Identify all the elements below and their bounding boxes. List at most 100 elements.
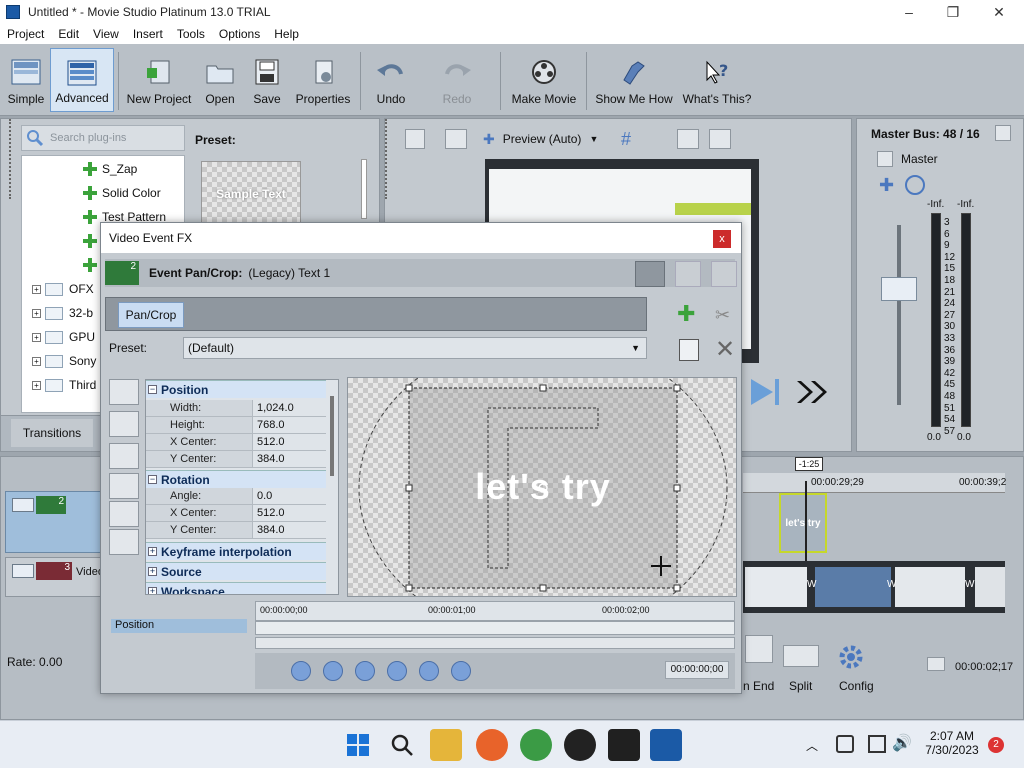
undo-button[interactable]: Undo [366, 48, 416, 112]
prop-rotation-y-center[interactable]: Y Center: 384.0 [146, 522, 326, 539]
show-me-how-button[interactable]: Show Me How [592, 48, 676, 112]
new-project-button[interactable]: New Project [124, 48, 194, 112]
plugin-folder[interactable]: +32-b [32, 302, 93, 324]
timeline-ruler[interactable]: 00:00:29;29 00:00:39;2 [743, 473, 1006, 493]
external-monitor-button[interactable] [445, 129, 467, 149]
display-icon[interactable] [868, 735, 886, 753]
prop-width[interactable]: Width: 1,024.0 [146, 400, 326, 417]
keyframe-time-readout[interactable]: 00:00:00;00 [665, 661, 729, 679]
plugin-layout-alt-icon[interactable] [711, 261, 737, 287]
prop-rotation-x-center[interactable]: X Center: 512.0 [146, 505, 326, 522]
video-track-3-header[interactable]: 3 Video [5, 557, 104, 597]
delete-keyframe-button[interactable] [451, 661, 471, 681]
last-keyframe-button[interactable] [387, 661, 407, 681]
next-keyframe-button[interactable] [355, 661, 375, 681]
insert-fx-icon[interactable]: ✚ [879, 175, 894, 196]
chrome-icon[interactable] [520, 729, 552, 761]
playhead-cursor[interactable] [805, 481, 807, 561]
seven-zip-icon[interactable] [608, 729, 640, 761]
expand-icon[interactable]: + [32, 308, 41, 318]
move-tool-icon[interactable] [109, 473, 139, 499]
keyframe-track[interactable] [255, 621, 735, 635]
menu-project[interactable]: Project [0, 27, 51, 41]
group-rotation[interactable]: − Rotation [146, 470, 326, 488]
menu-help[interactable]: Help [267, 27, 306, 41]
simple-button[interactable]: Simple [4, 48, 48, 112]
add-keyframe-button[interactable] [419, 661, 439, 681]
movie-studio-icon[interactable] [650, 729, 682, 761]
tab-transitions[interactable]: Transitions [11, 419, 93, 447]
mixer-properties-button[interactable] [995, 125, 1011, 141]
menu-tools[interactable]: Tools [170, 27, 212, 41]
end-button-icon[interactable] [745, 635, 773, 663]
plugin-search-box[interactable]: Search plug-ins [21, 125, 185, 151]
preset-thumbnail[interactable]: Sample Text [201, 161, 301, 227]
expand-icon[interactable]: + [32, 284, 41, 294]
plugin-item[interactable]: S_Zap [82, 158, 137, 180]
master-fader-handle[interactable] [881, 277, 917, 301]
master-fader-track[interactable] [897, 225, 901, 405]
gear-icon[interactable] [837, 643, 865, 671]
fast-forward-icon[interactable] [795, 379, 829, 405]
maximize-button[interactable]: ❐ [930, 0, 976, 24]
menu-edit[interactable]: Edit [51, 27, 86, 41]
plugin-item[interactable] [82, 230, 102, 252]
move-freely-icon[interactable] [109, 557, 139, 583]
pointer-tool-icon[interactable] [109, 411, 139, 437]
size-about-center-icon[interactable] [109, 529, 139, 555]
redo-button[interactable]: Redo [432, 48, 482, 112]
menu-view[interactable]: View [86, 27, 126, 41]
open-button[interactable]: Open [198, 48, 242, 112]
keyframe-ruler[interactable]: 00:00:00;00 00:00:01;00 00:00:02;00 [255, 601, 735, 621]
search-icon[interactable] [390, 733, 414, 757]
next-frame-icon[interactable] [749, 377, 785, 407]
split-icon[interactable] [783, 645, 819, 667]
plugin-item[interactable]: Solid Color [82, 182, 161, 204]
group-keyframe-interpolation[interactable]: + Keyframe interpolation [146, 542, 326, 560]
expand-icon[interactable]: + [32, 332, 41, 342]
add-plugin-icon[interactable]: ✚ [677, 303, 695, 325]
config-button[interactable]: Config [839, 679, 874, 693]
preset-dropdown[interactable]: (Default) ▼ [183, 337, 647, 359]
remove-plugin-icon[interactable]: ✂ [715, 305, 730, 326]
make-movie-button[interactable]: Make Movie [508, 48, 580, 112]
group-source[interactable]: + Source [146, 562, 326, 580]
screen-recorder-icon[interactable] [564, 729, 596, 761]
expand-icon[interactable]: + [32, 356, 41, 366]
pan-crop-workspace[interactable]: let's try [347, 377, 737, 597]
plugin-chain-view-icon[interactable] [635, 261, 665, 287]
prop-y-center[interactable]: Y Center: 384.0 [146, 451, 326, 468]
network-icon[interactable] [836, 735, 854, 753]
close-button[interactable]: ✕ [976, 0, 1022, 24]
zoom-tool-icon[interactable] [109, 443, 139, 469]
taskbar-clock[interactable]: 2:07 AM 7/30/2023 [922, 729, 982, 757]
preset-scrollbar[interactable] [361, 159, 367, 219]
previous-keyframe-button[interactable] [323, 661, 343, 681]
whats-this-button[interactable]: ? What's This? [680, 48, 754, 112]
plugin-folder[interactable]: + OFX [32, 278, 94, 300]
plugin-folder[interactable]: + GPU [32, 326, 95, 348]
dialog-close-button[interactable]: x [713, 230, 731, 248]
minimize-button[interactable]: – [886, 0, 932, 24]
first-keyframe-button[interactable] [291, 661, 311, 681]
text-event-clip[interactable]: let's try [779, 493, 827, 553]
menu-insert[interactable]: Insert [126, 27, 170, 41]
notification-badge[interactable]: 2 [988, 737, 1004, 753]
keyframe-scrollbar[interactable] [255, 637, 735, 649]
preview-properties-button[interactable] [405, 129, 425, 149]
firefox-icon[interactable] [476, 729, 508, 761]
chevron-up-icon[interactable]: ︿ [806, 737, 818, 754]
mute-icon[interactable] [905, 175, 925, 195]
copy-snapshot-button[interactable] [677, 129, 699, 149]
chain-item-pan-crop[interactable]: Pan/Crop [118, 302, 184, 328]
prop-height[interactable]: Height: 768.0 [146, 417, 326, 434]
grid-icon[interactable]: # [621, 129, 643, 149]
video-event-strip[interactable]: W W W [743, 561, 1005, 613]
track-expand-icon[interactable] [12, 498, 34, 512]
prop-x-center[interactable]: X Center: 512.0 [146, 434, 326, 451]
group-workspace[interactable]: + Workspace [146, 582, 326, 594]
windows-start-icon[interactable] [346, 733, 370, 757]
position-track-label[interactable]: Position [111, 619, 247, 633]
save-preset-icon[interactable] [679, 339, 699, 361]
plugin-folder[interactable]: + Sony [32, 350, 96, 372]
